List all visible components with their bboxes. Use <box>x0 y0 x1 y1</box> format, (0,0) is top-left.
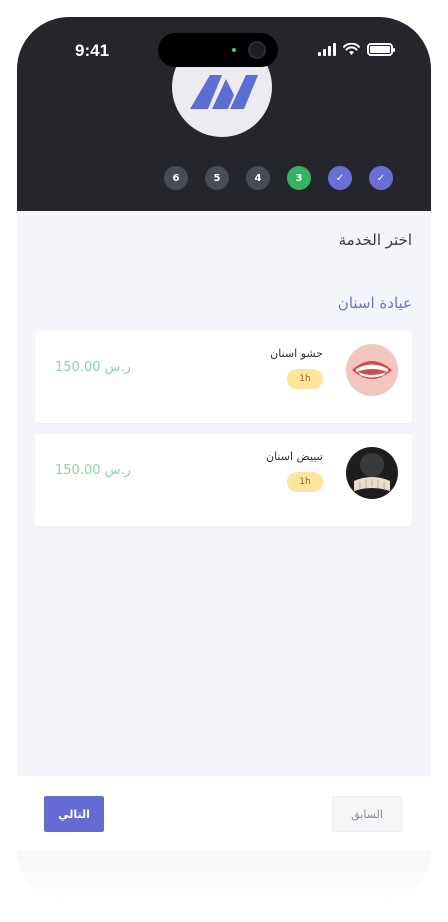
signal-icon <box>318 43 336 56</box>
page-title: اختر الخدمة <box>338 231 412 249</box>
camera-indicator-icon <box>232 48 236 52</box>
service-name: تبييض اسنان <box>265 450 323 463</box>
previous-button[interactable]: السابق <box>332 796 402 832</box>
camera-icon <box>248 41 266 59</box>
teeth-smile-image <box>346 344 398 396</box>
step-2-done-check-icon[interactable]: ✓ <box>328 166 352 190</box>
step-indicator: 6 5 4 3 ✓ ✓ <box>164 166 393 190</box>
category-title: عيادة اسنان <box>337 294 412 312</box>
dynamic-island <box>158 33 278 67</box>
next-button[interactable]: التالي <box>44 796 104 832</box>
status-icons <box>318 43 395 56</box>
service-name: حشو اسنان <box>270 347 323 360</box>
service-price: 150.00 ر.س <box>55 360 131 375</box>
battery-icon <box>367 43 395 56</box>
status-time: 9:41 <box>75 41 110 60</box>
service-card[interactable]: تبييض اسنان 1h 150.00 ر.س <box>35 434 412 526</box>
step-5[interactable]: 5 <box>205 166 229 190</box>
step-1-done-check-icon[interactable]: ✓ <box>369 166 393 190</box>
duration-badge: 1h <box>287 472 323 492</box>
header: 9:41 6 5 4 3 ✓ ✓ <box>17 17 431 211</box>
step-4[interactable]: 4 <box>246 166 270 190</box>
duration-badge: 1h <box>287 369 323 389</box>
teeth-dark-image <box>346 447 398 499</box>
step-6[interactable]: 6 <box>164 166 188 190</box>
phone-frame: 9:41 6 5 4 3 ✓ ✓ اختر الخدمة عيادة اسنان <box>17 17 431 903</box>
service-price: 150.00 ر.س <box>55 463 131 478</box>
phone-bottom-bezel <box>17 851 431 903</box>
step-3-active[interactable]: 3 <box>287 166 311 190</box>
service-card[interactable]: حشو اسنان 1h 150.00 ر.س <box>35 331 412 423</box>
footer-bar: التالي السابق <box>17 776 431 851</box>
wifi-icon <box>343 43 360 55</box>
